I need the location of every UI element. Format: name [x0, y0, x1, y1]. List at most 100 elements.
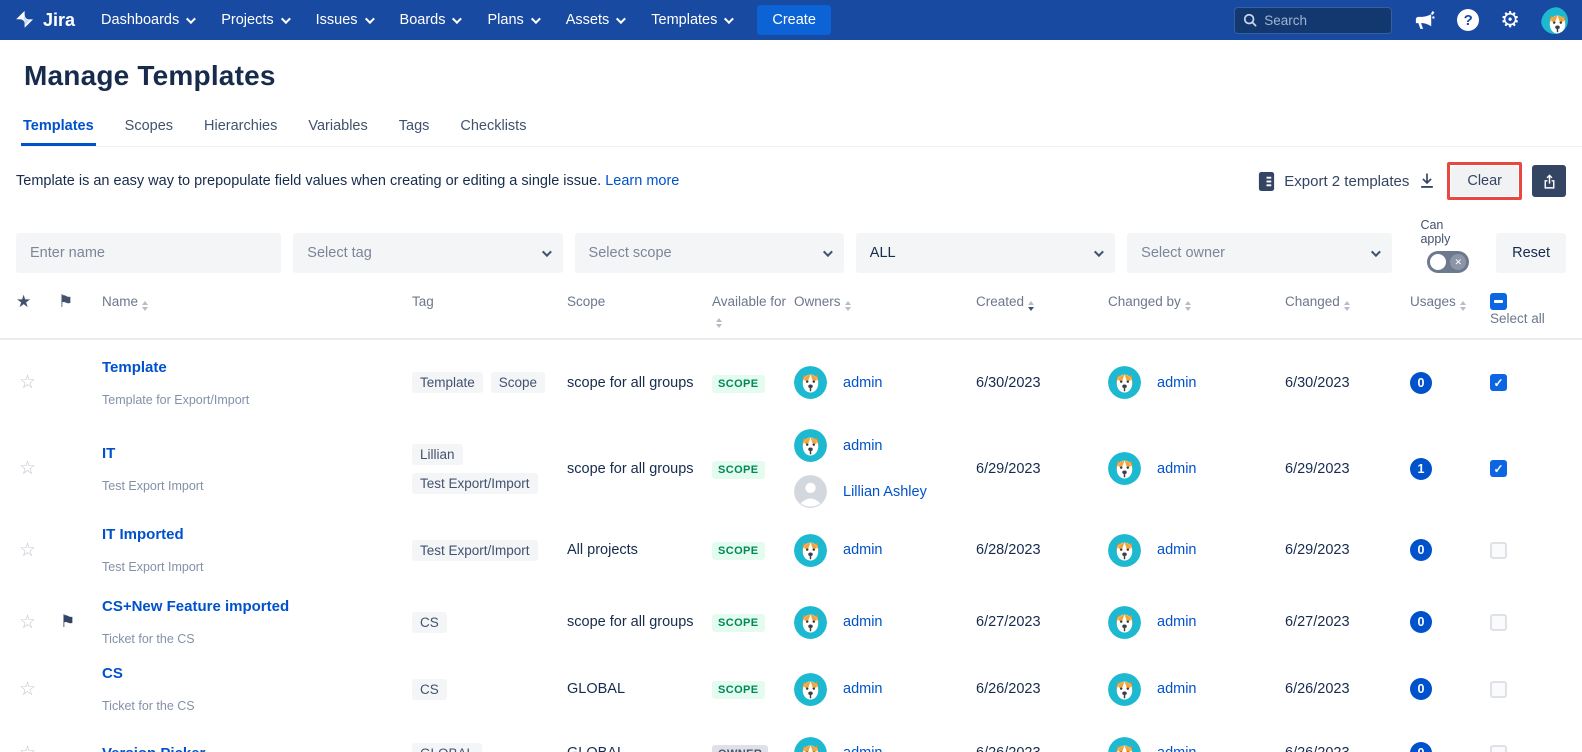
row-checkbox[interactable] — [1490, 745, 1507, 752]
jira-logo[interactable]: Jira — [14, 9, 75, 31]
nav-item-boards[interactable]: Boards — [400, 12, 460, 28]
flag-column-icon[interactable]: ⚑ — [58, 289, 102, 310]
row-checkbox[interactable]: ✓ — [1490, 460, 1507, 477]
tag-chip: Scope — [491, 372, 545, 393]
changed-by-link[interactable]: admin — [1157, 542, 1197, 558]
changed-by-link[interactable]: admin — [1157, 461, 1197, 477]
changed-by-avatar[interactable] — [1108, 737, 1141, 752]
column-header-created[interactable]: Created — [976, 289, 1108, 311]
column-header-name[interactable]: Name — [102, 289, 412, 311]
sort-icon[interactable] — [1028, 301, 1034, 311]
row-checkbox[interactable] — [1490, 614, 1507, 631]
owner-link[interactable]: admin — [843, 542, 883, 558]
changed-by-avatar[interactable] — [1108, 452, 1141, 485]
sort-icon[interactable] — [1185, 301, 1191, 311]
sort-icon[interactable] — [716, 318, 722, 328]
search-input[interactable] — [1264, 13, 1374, 28]
changed-by-avatar[interactable] — [1108, 366, 1141, 399]
row-checkbox[interactable]: ✓ — [1490, 374, 1507, 391]
owner-link[interactable]: admin — [843, 745, 883, 752]
owner-link[interactable]: admin — [843, 614, 883, 630]
scope-filter-select[interactable]: Select scope — [575, 233, 844, 273]
owner-avatar-generic[interactable] — [794, 475, 827, 508]
user-avatar[interactable] — [1541, 7, 1568, 34]
gear-icon[interactable]: ⚙ — [1500, 9, 1520, 31]
owner-link[interactable]: admin — [843, 681, 883, 697]
star-icon[interactable]: ☆ — [16, 372, 36, 393]
nav-item-dashboards[interactable]: Dashboards — [101, 12, 193, 28]
changed-by-avatar[interactable] — [1108, 673, 1141, 706]
owner-avatar[interactable] — [794, 606, 827, 639]
star-icon[interactable]: ☆ — [16, 612, 36, 633]
owner-avatar[interactable] — [794, 534, 827, 567]
can-apply-toggle[interactable]: ✕ — [1427, 251, 1469, 273]
changed-by-avatar[interactable] — [1108, 606, 1141, 639]
owner-link[interactable]: admin — [843, 438, 883, 454]
search-box[interactable] — [1234, 7, 1392, 34]
owner-avatar[interactable] — [794, 737, 827, 752]
nav-item-issues[interactable]: Issues — [316, 12, 372, 28]
usages-cell: 0 — [1410, 539, 1490, 561]
nav-item-templates[interactable]: Templates — [651, 12, 731, 28]
favorite-column-icon[interactable]: ★ — [16, 289, 58, 310]
nav-item-plans[interactable]: Plans — [487, 12, 537, 28]
nav-item-assets[interactable]: Assets — [566, 12, 624, 28]
help-icon[interactable]: ? — [1457, 9, 1479, 31]
star-icon[interactable]: ☆ — [16, 679, 36, 700]
template-name-link[interactable]: Version Picker — [102, 745, 205, 752]
tab-checklists[interactable]: Checklists — [458, 118, 528, 146]
reset-button[interactable]: Reset — [1496, 233, 1566, 273]
announcements-icon[interactable] — [1413, 9, 1436, 32]
tab-variables[interactable]: Variables — [306, 118, 369, 146]
owner-link[interactable]: admin — [843, 375, 883, 391]
owner-link[interactable]: Lillian Ashley — [843, 484, 927, 500]
changed-by-link[interactable]: admin — [1157, 375, 1197, 391]
share-button[interactable] — [1532, 165, 1566, 197]
tab-scopes[interactable]: Scopes — [123, 118, 175, 146]
column-header-changed[interactable]: Changed — [1285, 289, 1410, 311]
owner-avatar[interactable] — [794, 429, 827, 462]
type-filter-select[interactable]: ALL — [856, 233, 1115, 273]
learn-more-link[interactable]: Learn more — [605, 173, 679, 189]
nav-item-label: Plans — [487, 12, 523, 28]
download-icon[interactable] — [1417, 171, 1437, 191]
template-name-link[interactable]: CS — [102, 665, 123, 682]
tab-hierarchies[interactable]: Hierarchies — [202, 118, 279, 146]
create-button[interactable]: Create — [757, 5, 831, 35]
nav-item-projects[interactable]: Projects — [221, 12, 287, 28]
favorite-cell: ☆ — [16, 539, 58, 562]
sort-icon[interactable] — [142, 301, 148, 311]
changed-by-link[interactable]: admin — [1157, 681, 1197, 697]
changed-by-link[interactable]: admin — [1157, 614, 1197, 630]
tab-templates[interactable]: Templates — [21, 118, 96, 146]
changed-by-link[interactable]: admin — [1157, 745, 1197, 752]
owner-filter-select[interactable]: Select owner — [1127, 233, 1392, 273]
export-templates-button[interactable]: Export 2 templates — [1257, 171, 1437, 192]
flag-icon[interactable]: ⚑ — [58, 612, 75, 631]
column-header-owners[interactable]: Owners — [794, 289, 976, 311]
sort-icon[interactable] — [845, 301, 851, 311]
tab-tags[interactable]: Tags — [397, 118, 432, 146]
row-checkbox[interactable] — [1490, 542, 1507, 559]
column-header-available-for[interactable]: Available for — [712, 289, 794, 328]
star-icon[interactable]: ☆ — [16, 540, 36, 561]
tag-filter-select[interactable]: Select tag — [293, 233, 562, 273]
select-all-checkbox[interactable] — [1490, 293, 1507, 310]
owner-avatar[interactable] — [794, 673, 827, 706]
clear-button[interactable]: Clear — [1451, 166, 1518, 196]
star-icon[interactable]: ☆ — [16, 458, 36, 479]
sort-icon[interactable] — [1344, 301, 1350, 311]
name-filter-input[interactable] — [30, 245, 267, 261]
column-header-usages[interactable]: Usages — [1410, 289, 1490, 311]
column-header-changed-by[interactable]: Changed by — [1108, 289, 1285, 311]
template-name-link[interactable]: IT — [102, 445, 115, 462]
template-name-link[interactable]: Template — [102, 359, 167, 376]
owner-avatar[interactable] — [794, 366, 827, 399]
changed-by-avatar[interactable] — [1108, 534, 1141, 567]
template-name-link[interactable]: IT Imported — [102, 526, 184, 543]
star-icon[interactable]: ☆ — [16, 743, 36, 752]
template-name-link[interactable]: CS+New Feature imported — [102, 598, 289, 615]
sort-icon[interactable] — [1460, 301, 1466, 311]
row-checkbox[interactable] — [1490, 681, 1507, 698]
changed-by-cell: admin — [1108, 366, 1285, 399]
